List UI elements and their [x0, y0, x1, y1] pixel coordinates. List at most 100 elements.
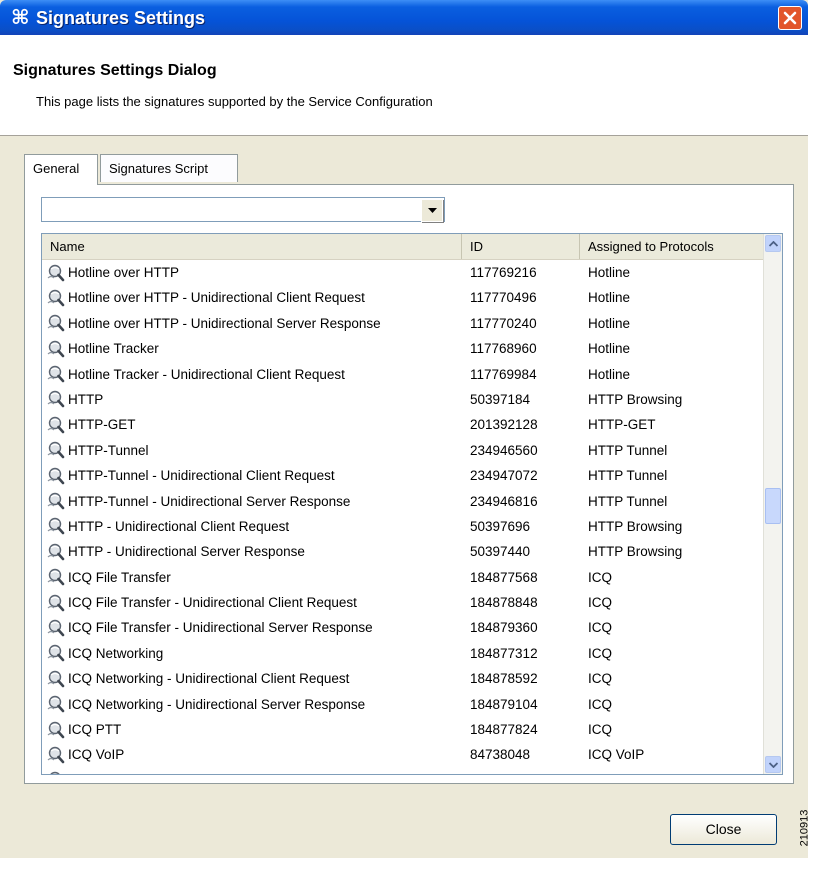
table-row[interactable]: Hotline over HTTP - Unidirectional Clien… [42, 285, 764, 310]
signature-icon [47, 442, 65, 459]
cell-protocol: HTTP Tunnel [588, 493, 668, 509]
column-header-name[interactable]: Name [42, 234, 462, 259]
signature-name: Hotline over HTTP [68, 265, 180, 280]
table-row[interactable]: ICQ File Transfer 184877568 ICQ [42, 565, 764, 590]
table-row[interactable]: ICQ File Transfer - Unidirectional Clien… [42, 590, 764, 615]
close-icon [783, 11, 797, 25]
cell-id: 234946560 [470, 442, 538, 458]
cell-id: 184878848 [470, 595, 538, 611]
window-title: Signatures Settings [36, 8, 206, 28]
title-bar[interactable]: ⌘ Signatures Settings [0, 0, 808, 35]
cell-id: 234947072 [470, 468, 538, 484]
cell-name: HTTP-GET [46, 412, 136, 437]
cell-name: HTTP - Unidirectional Server Response [46, 539, 305, 564]
cell-name: ICQ PTT [46, 717, 121, 742]
signature-name: ICQ File Transfer [68, 569, 171, 585]
scroll-up-button[interactable] [765, 235, 781, 252]
cell-protocol: ICQ [588, 595, 613, 611]
table-row[interactable]: HTTP - Unidirectional Client Request 5039… [42, 514, 764, 539]
table-row[interactable]: HTTP-Tunnel - Unidirectional Client Requ… [42, 463, 764, 488]
cell-protocol: HTTP Browsing [588, 391, 683, 407]
cell-name: Hotline Tracker [46, 336, 159, 361]
cell-id: 67239936 [470, 768, 530, 774]
cell-id: 117770240 [470, 315, 537, 331]
vertical-scrollbar[interactable] [763, 234, 782, 774]
cell-protocol: ICQ [588, 696, 613, 712]
table-row[interactable]: ICQ VoIP 84738048 ICQ VoIP [42, 742, 764, 767]
cell-id: 50397184 [470, 391, 531, 407]
table-row[interactable]: ICQ Networking - Unidirectional Client R… [42, 666, 764, 691]
column-header-id[interactable]: ID [462, 234, 580, 259]
signature-name: ICQ Networking - Unidirectional Server R… [68, 696, 366, 712]
table-row[interactable]: Hotline Tracker 117768960 Hotline [42, 336, 764, 361]
cell-name: HTTP-Tunnel - Unidirectional Server Resp… [46, 489, 350, 514]
table-row[interactable]: Hotline Tracker - Unidirectional Client … [42, 362, 764, 387]
cell-name: ICQ File Transfer [46, 565, 171, 590]
chevron-down-icon [768, 761, 778, 768]
signature-name: HTTP - Unidirectional Server Response [68, 544, 305, 560]
cell-id: 184877312 [470, 645, 538, 661]
cell-name: Hotline over HTTP [46, 260, 179, 285]
signature-name: Hotline over HTTP - Unidirectional Clien… [68, 290, 365, 306]
signature-name: ICQ VoIP [68, 747, 125, 763]
tab-signatures-script[interactable]: Signatures Script [100, 154, 238, 182]
close-button[interactable]: Close [670, 814, 777, 845]
filter-combobox[interactable] [41, 197, 445, 222]
filter-dropdown-button[interactable] [421, 199, 443, 222]
cell-protocol: ICQ [588, 620, 613, 636]
cell-name: HTTP-Tunnel [46, 438, 149, 463]
table-row[interactable]: HTTP-Tunnel 234946560 HTTP Tunnel [42, 438, 764, 463]
window-close-button[interactable] [778, 6, 802, 30]
signatures-settings-window: ⌘ Signatures Settings Signatures Setting… [0, 0, 808, 858]
signature-icon [47, 518, 65, 535]
signature-icon [47, 416, 65, 434]
signature-icon [47, 315, 65, 332]
cell-protocol: Hotline [588, 265, 631, 280]
table-body: Hotline over HTTP 117769216 Hotline Hotline… [42, 260, 764, 774]
table-row[interactable]: ICQ Networking 184877312 ICQ [42, 641, 764, 666]
cell-name: ICQ Networking - Unidirectional Server R… [46, 692, 365, 717]
cell-protocol: Hotline [588, 315, 631, 331]
cell-id: 50397696 [470, 518, 531, 534]
cell-protocol: ICQ [588, 569, 613, 585]
table-row[interactable]: HTTP 50397184 HTTP Browsing [42, 387, 764, 412]
scroll-thumb[interactable] [765, 488, 781, 524]
table-row[interactable]: ICQ File Transfer - Unidirectional Serve… [42, 615, 764, 640]
scroll-down-button[interactable] [765, 756, 781, 773]
signature-name: ICQ File Transfer - Unidirectional Clien… [68, 595, 357, 611]
signature-icon [47, 746, 65, 764]
table-row[interactable]: ICQ PTT 184877824 ICQ [42, 717, 764, 742]
signature-name: HTTP-Tunnel [68, 442, 149, 458]
signature-name: Hotline Tracker [68, 341, 159, 357]
cell-name: IMAP [46, 768, 101, 774]
signatures-table[interactable]: Name ID Assigned to Protocols Hotline ov… [41, 233, 783, 775]
table-row[interactable]: ICQ Networking - Unidirectional Server R… [42, 692, 764, 717]
signature-name: ICQ File Transfer - Unidirectional Serve… [68, 620, 373, 636]
table-row[interactable]: Hotline over HTTP 117769216 Hotline [42, 260, 764, 285]
general-tab-panel: Name ID Assigned to Protocols Hotline ov… [24, 184, 794, 784]
signature-icon [47, 721, 65, 738]
dialog-title: Signatures Settings Dialog [13, 62, 217, 79]
cell-name: Hotline over HTTP - Unidirectional Serve… [46, 311, 381, 336]
tab-general[interactable]: General [24, 154, 98, 185]
cell-protocol: ICQ [588, 645, 613, 661]
cell-id: 184878592 [470, 671, 538, 687]
figure-id: 210913 [798, 809, 811, 847]
signature-icon [47, 467, 65, 484]
table-row[interactable]: HTTP-GET 201392128 HTTP-GET [42, 412, 764, 437]
table-row[interactable]: IMAP 67239936... [42, 768, 764, 774]
cell-id: 84738048 [470, 747, 531, 763]
cell-id: 201392128 [470, 417, 538, 433]
table-row[interactable]: Hotline over HTTP - Unidirectional Serve… [42, 311, 764, 336]
table-header: Name ID Assigned to Protocols [42, 234, 764, 260]
cell-id: 234946816 [470, 493, 538, 509]
cell-protocol: HTTP Browsing [588, 518, 683, 534]
cell-protocol: ... [588, 768, 599, 774]
table-row[interactable]: HTTP-Tunnel - Unidirectional Server Resp… [42, 489, 764, 514]
cell-protocol: HTTP Tunnel [588, 442, 668, 458]
cell-name: ICQ Networking - Unidirectional Client R… [46, 666, 349, 691]
table-row[interactable]: HTTP - Unidirectional Server Response 503… [42, 539, 764, 564]
dialog-header: Signatures Settings Dialog This page lis… [0, 35, 808, 136]
column-header-protocols[interactable]: Assigned to Protocols [580, 234, 764, 259]
dialog-description: This page lists the signatures supported… [36, 94, 433, 109]
